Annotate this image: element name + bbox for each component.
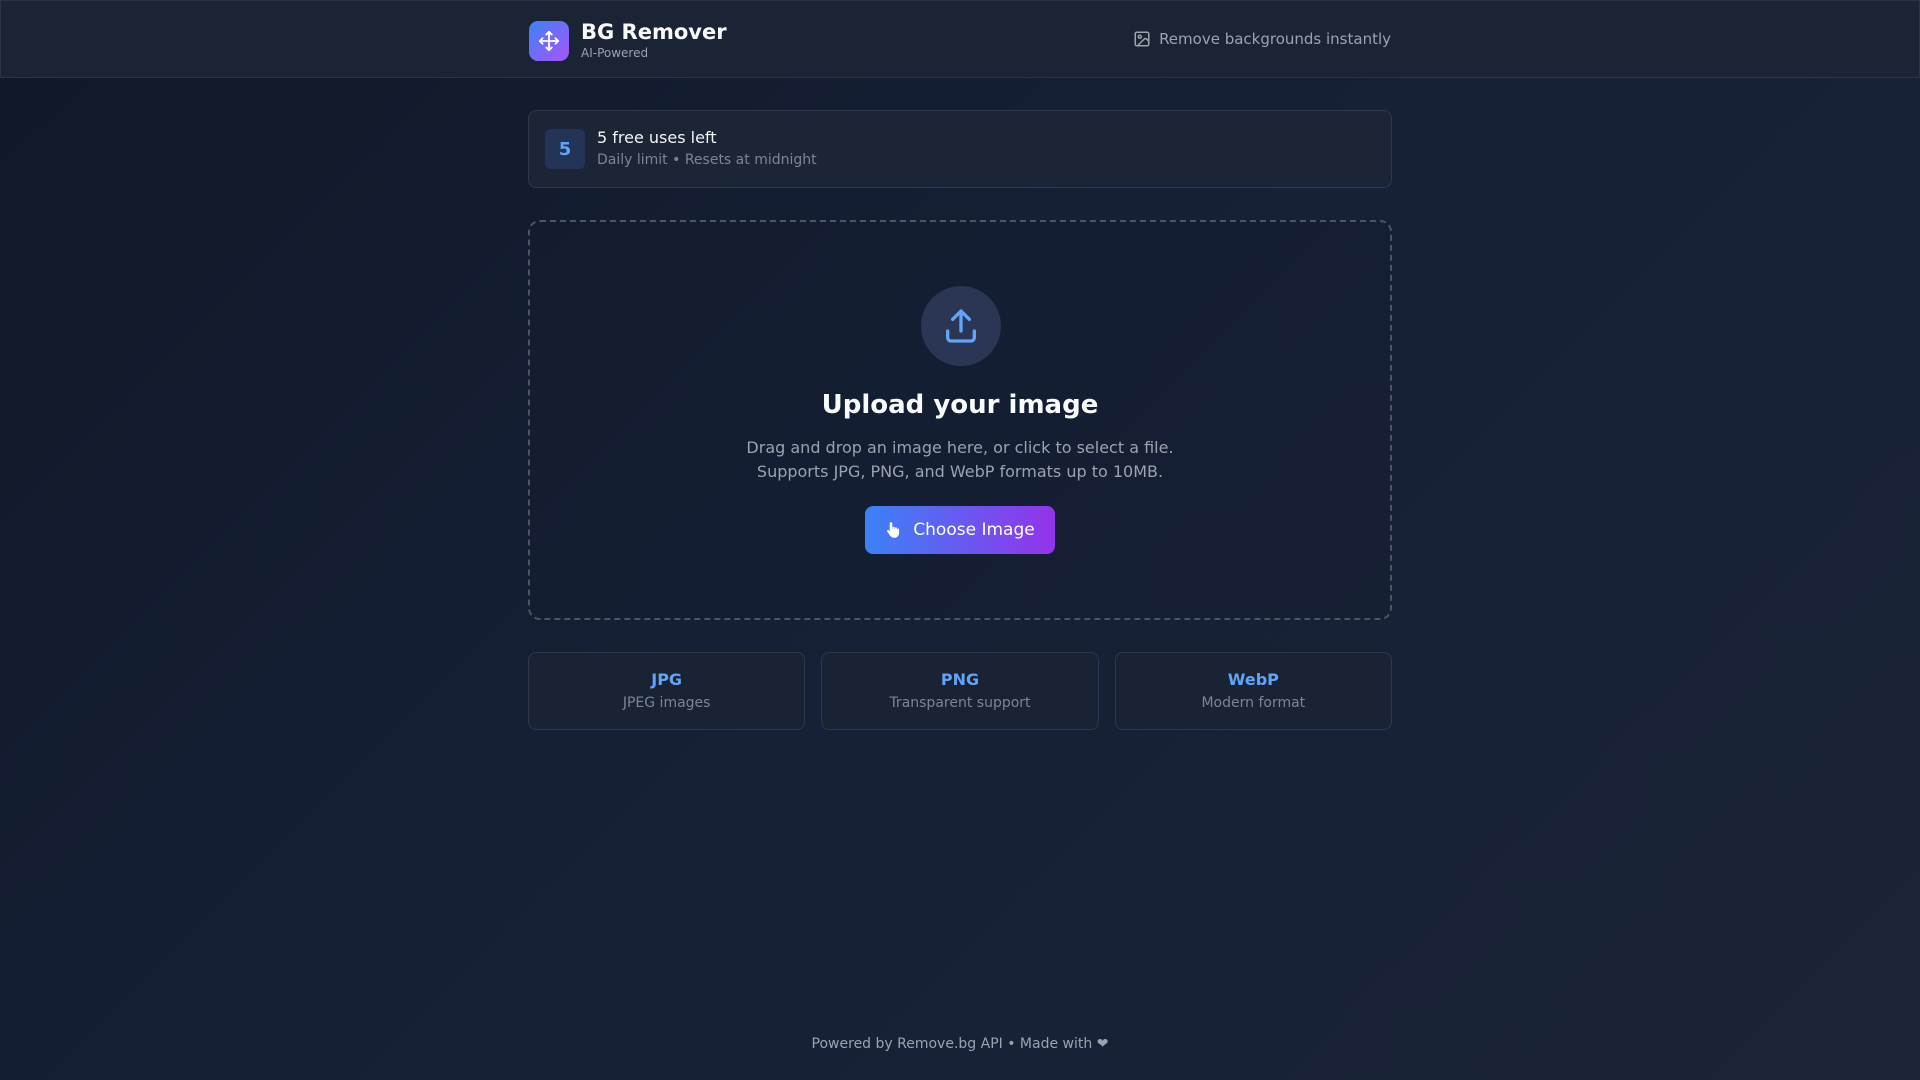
format-name: PNG — [940, 669, 980, 689]
supported-formats: JPG JPEG images PNG Transparent support … — [528, 652, 1392, 730]
format-card-webp: WebP Modern format — [1114, 652, 1392, 730]
format-description: Transparent support — [889, 694, 1031, 711]
move-icon — [529, 20, 569, 61]
tagline: Remove backgrounds instantly — [1133, 30, 1391, 48]
format-card-png: PNG Transparent support — [821, 652, 1099, 730]
usage-subtitle: Daily limit • Resets at midnight — [597, 152, 817, 168]
format-description: JPEG images — [622, 694, 711, 711]
format-description: Modern format — [1201, 694, 1306, 711]
image-icon — [1133, 30, 1151, 48]
app-title: BG Remover — [581, 20, 727, 44]
brand[interactable]: BG Remover AI-Powered — [529, 20, 727, 61]
choose-image-button[interactable]: Choose Image — [865, 506, 1055, 554]
pointer-hand-icon — [885, 521, 901, 539]
usage-banner: 5 5 free uses left Daily limit • Resets … — [528, 110, 1392, 188]
choose-image-label: Choose Image — [913, 520, 1035, 540]
upload-description-line2: Supports JPG, PNG, and WebP formats up t… — [756, 462, 1164, 481]
footer-text: Powered by Remove.bg API • Made with ❤ — [811, 1036, 1109, 1052]
upload-icon — [921, 286, 1001, 366]
top-bar: BG Remover AI-Powered Remove backgrounds… — [0, 0, 1920, 78]
format-card-jpg: JPG JPEG images — [528, 652, 806, 730]
usage-count-badge: 5 — [545, 129, 585, 169]
usage-title: 5 free uses left — [597, 128, 717, 147]
app-subtitle: AI-Powered — [581, 46, 649, 60]
upload-description: Drag and drop an image here, or click to… — [530, 436, 1390, 484]
tagline-text: Remove backgrounds instantly — [1159, 30, 1391, 48]
format-name: WebP — [1227, 669, 1279, 689]
upload-description-line1: Drag and drop an image here, or click to… — [746, 438, 1174, 457]
upload-dropzone[interactable]: Upload your image Drag and drop an image… — [528, 220, 1392, 620]
format-name: JPG — [651, 669, 683, 689]
upload-title: Upload your image — [821, 390, 1099, 420]
